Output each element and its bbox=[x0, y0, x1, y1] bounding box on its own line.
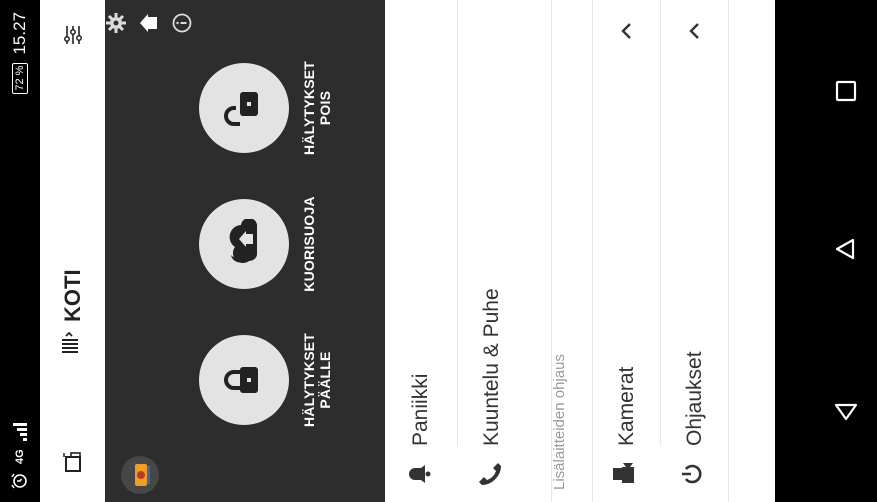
list-item-label: Kuuntelu & Puhe bbox=[480, 288, 503, 446]
chevron-up-icon[interactable] bbox=[684, 22, 705, 40]
alarm-on-label: HÄLYTYKSET PÄÄLLE bbox=[301, 332, 333, 428]
section-header: Lisälaitteiden ohjaus bbox=[526, 0, 592, 502]
alarm-clock-icon bbox=[10, 472, 31, 490]
list-item-label: Kamerat bbox=[614, 366, 638, 446]
list-item-label: Ohjaukset bbox=[682, 351, 706, 446]
settings-icon[interactable] bbox=[105, 12, 132, 34]
home-nav-icon[interactable] bbox=[815, 236, 877, 262]
brand-logo bbox=[121, 456, 159, 494]
perimeter-button[interactable]: KUORISUOJA bbox=[199, 189, 317, 299]
list-item-panic[interactable]: Paniikki bbox=[385, 0, 457, 502]
home-icon[interactable] bbox=[138, 12, 165, 34]
navigation-bar bbox=[815, 0, 877, 502]
list-item-listen-talk[interactable]: Kuuntelu & Puhe bbox=[458, 0, 526, 502]
list-item-label: Paniikki bbox=[409, 373, 432, 446]
back-icon[interactable] bbox=[815, 398, 877, 424]
recents-icon[interactable] bbox=[815, 80, 877, 102]
expandable-controls[interactable]: Ohjaukset bbox=[661, 0, 728, 502]
alarm-on-button[interactable]: HÄLYTYKSET PÄÄLLE bbox=[199, 325, 333, 435]
alarm-off-button[interactable]: HÄLYTYKSET POIS bbox=[199, 53, 333, 163]
page-title: KOTI bbox=[59, 269, 85, 322]
expandable-cameras[interactable]: Kamerat bbox=[593, 0, 660, 502]
menu-icon[interactable] bbox=[60, 331, 86, 354]
lock-closed-icon bbox=[220, 358, 269, 402]
network-type: 4G bbox=[14, 449, 26, 464]
lock-open-icon bbox=[220, 86, 269, 130]
camera-icon bbox=[611, 462, 642, 486]
app-screen: 4G 72 % 15.27 KOTI HÄLYTYKSET PÄÄLLE KUO… bbox=[0, 0, 877, 502]
alarm-off-label: HÄLYTYKSET POIS bbox=[301, 60, 333, 156]
section-header-label: Lisälaitteiden ohjaus bbox=[550, 354, 568, 490]
battery-level: 72 % bbox=[12, 62, 28, 94]
filter-icon[interactable] bbox=[40, 24, 105, 46]
app-bar: KOTI bbox=[40, 0, 105, 502]
status-bar: 4G 72 % 15.27 bbox=[0, 0, 40, 502]
clock: 15.27 bbox=[10, 12, 29, 55]
phone-icon bbox=[476, 460, 509, 488]
signal-icon bbox=[13, 423, 27, 442]
control-panel: HÄLYTYKSET PÄÄLLE KUORISUOJA HÄLYTYKSET … bbox=[105, 0, 385, 502]
power-icon bbox=[680, 462, 709, 486]
perimeter-label: KUORISUOJA bbox=[301, 196, 317, 292]
bell-icon bbox=[406, 461, 437, 487]
control-list: Paniikki Kuuntelu & Puhe Lisälaitteiden … bbox=[385, 0, 775, 502]
divider bbox=[728, 0, 729, 502]
chevron-up-icon[interactable] bbox=[616, 22, 637, 40]
night-home-icon bbox=[219, 217, 270, 269]
device-icon[interactable] bbox=[40, 450, 105, 474]
info-icon[interactable] bbox=[171, 12, 198, 34]
